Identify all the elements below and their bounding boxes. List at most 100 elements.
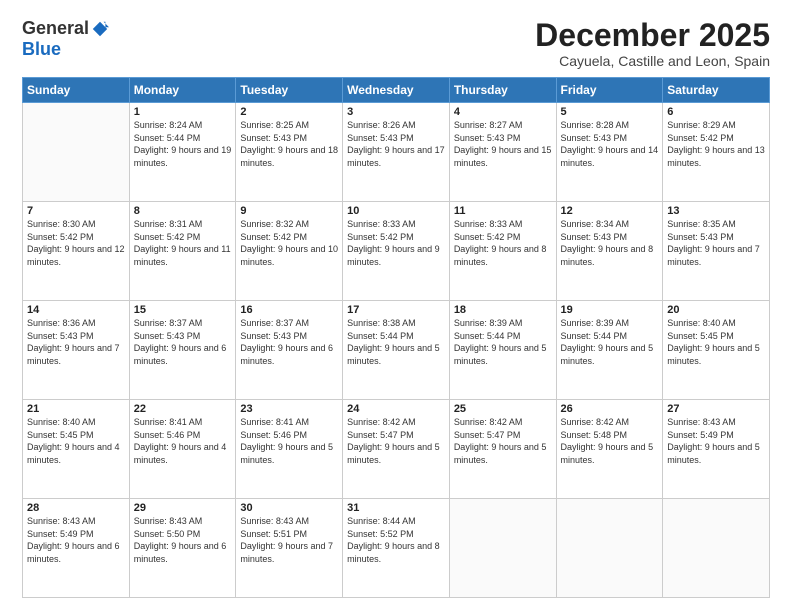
day-info: Sunrise: 8:27 AM Sunset: 5:43 PM Dayligh… xyxy=(454,119,552,169)
calendar-cell: 20Sunrise: 8:40 AM Sunset: 5:45 PM Dayli… xyxy=(663,301,770,400)
day-number: 30 xyxy=(240,502,338,514)
logo-general-text: General xyxy=(22,18,89,39)
day-info: Sunrise: 8:30 AM Sunset: 5:42 PM Dayligh… xyxy=(27,218,125,268)
day-info: Sunrise: 8:41 AM Sunset: 5:46 PM Dayligh… xyxy=(240,416,338,466)
calendar-cell: 21Sunrise: 8:40 AM Sunset: 5:45 PM Dayli… xyxy=(23,400,130,499)
calendar-cell xyxy=(556,499,663,598)
day-info: Sunrise: 8:29 AM Sunset: 5:42 PM Dayligh… xyxy=(667,119,765,169)
location: Cayuela, Castille and Leon, Spain xyxy=(535,53,770,69)
day-info: Sunrise: 8:40 AM Sunset: 5:45 PM Dayligh… xyxy=(667,317,765,367)
page: General Blue December 2025 Cayuela, Cast… xyxy=(0,0,792,612)
title-section: December 2025 Cayuela, Castille and Leon… xyxy=(535,18,770,69)
calendar-cell: 19Sunrise: 8:39 AM Sunset: 5:44 PM Dayli… xyxy=(556,301,663,400)
day-number: 27 xyxy=(667,403,765,415)
day-number: 28 xyxy=(27,502,125,514)
calendar-cell: 14Sunrise: 8:36 AM Sunset: 5:43 PM Dayli… xyxy=(23,301,130,400)
day-info: Sunrise: 8:33 AM Sunset: 5:42 PM Dayligh… xyxy=(347,218,445,268)
day-number: 11 xyxy=(454,205,552,217)
calendar-cell: 6Sunrise: 8:29 AM Sunset: 5:42 PM Daylig… xyxy=(663,103,770,202)
day-number: 1 xyxy=(134,106,232,118)
calendar-cell: 28Sunrise: 8:43 AM Sunset: 5:49 PM Dayli… xyxy=(23,499,130,598)
header-wednesday: Wednesday xyxy=(343,78,450,103)
calendar-cell: 22Sunrise: 8:41 AM Sunset: 5:46 PM Dayli… xyxy=(129,400,236,499)
calendar-cell xyxy=(663,499,770,598)
day-number: 12 xyxy=(561,205,659,217)
header-monday: Monday xyxy=(129,78,236,103)
day-number: 10 xyxy=(347,205,445,217)
calendar-week-row: 28Sunrise: 8:43 AM Sunset: 5:49 PM Dayli… xyxy=(23,499,770,598)
day-number: 17 xyxy=(347,304,445,316)
calendar-cell: 23Sunrise: 8:41 AM Sunset: 5:46 PM Dayli… xyxy=(236,400,343,499)
header: General Blue December 2025 Cayuela, Cast… xyxy=(22,18,770,69)
calendar-cell: 7Sunrise: 8:30 AM Sunset: 5:42 PM Daylig… xyxy=(23,202,130,301)
logo-icon xyxy=(91,20,109,38)
day-info: Sunrise: 8:42 AM Sunset: 5:47 PM Dayligh… xyxy=(454,416,552,466)
day-info: Sunrise: 8:33 AM Sunset: 5:42 PM Dayligh… xyxy=(454,218,552,268)
header-sunday: Sunday xyxy=(23,78,130,103)
day-info: Sunrise: 8:44 AM Sunset: 5:52 PM Dayligh… xyxy=(347,515,445,565)
day-number: 16 xyxy=(240,304,338,316)
day-info: Sunrise: 8:37 AM Sunset: 5:43 PM Dayligh… xyxy=(240,317,338,367)
header-friday: Friday xyxy=(556,78,663,103)
day-info: Sunrise: 8:28 AM Sunset: 5:43 PM Dayligh… xyxy=(561,119,659,169)
logo-blue-text: Blue xyxy=(22,39,61,60)
header-saturday: Saturday xyxy=(663,78,770,103)
day-number: 31 xyxy=(347,502,445,514)
day-info: Sunrise: 8:37 AM Sunset: 5:43 PM Dayligh… xyxy=(134,317,232,367)
day-info: Sunrise: 8:43 AM Sunset: 5:50 PM Dayligh… xyxy=(134,515,232,565)
calendar-cell: 18Sunrise: 8:39 AM Sunset: 5:44 PM Dayli… xyxy=(449,301,556,400)
day-info: Sunrise: 8:40 AM Sunset: 5:45 PM Dayligh… xyxy=(27,416,125,466)
calendar-cell: 31Sunrise: 8:44 AM Sunset: 5:52 PM Dayli… xyxy=(343,499,450,598)
calendar-week-row: 1Sunrise: 8:24 AM Sunset: 5:44 PM Daylig… xyxy=(23,103,770,202)
day-info: Sunrise: 8:31 AM Sunset: 5:42 PM Dayligh… xyxy=(134,218,232,268)
logo: General Blue xyxy=(22,18,109,60)
day-number: 20 xyxy=(667,304,765,316)
day-info: Sunrise: 8:39 AM Sunset: 5:44 PM Dayligh… xyxy=(454,317,552,367)
calendar-cell xyxy=(23,103,130,202)
day-number: 19 xyxy=(561,304,659,316)
day-number: 29 xyxy=(134,502,232,514)
month-title: December 2025 xyxy=(535,18,770,53)
calendar-cell: 3Sunrise: 8:26 AM Sunset: 5:43 PM Daylig… xyxy=(343,103,450,202)
day-number: 14 xyxy=(27,304,125,316)
day-number: 8 xyxy=(134,205,232,217)
calendar-cell: 24Sunrise: 8:42 AM Sunset: 5:47 PM Dayli… xyxy=(343,400,450,499)
calendar-cell: 12Sunrise: 8:34 AM Sunset: 5:43 PM Dayli… xyxy=(556,202,663,301)
day-info: Sunrise: 8:38 AM Sunset: 5:44 PM Dayligh… xyxy=(347,317,445,367)
calendar-cell: 11Sunrise: 8:33 AM Sunset: 5:42 PM Dayli… xyxy=(449,202,556,301)
day-number: 15 xyxy=(134,304,232,316)
day-number: 21 xyxy=(27,403,125,415)
day-info: Sunrise: 8:32 AM Sunset: 5:42 PM Dayligh… xyxy=(240,218,338,268)
calendar-cell: 17Sunrise: 8:38 AM Sunset: 5:44 PM Dayli… xyxy=(343,301,450,400)
calendar-cell: 15Sunrise: 8:37 AM Sunset: 5:43 PM Dayli… xyxy=(129,301,236,400)
calendar-cell: 1Sunrise: 8:24 AM Sunset: 5:44 PM Daylig… xyxy=(129,103,236,202)
day-number: 23 xyxy=(240,403,338,415)
day-number: 25 xyxy=(454,403,552,415)
calendar-cell: 16Sunrise: 8:37 AM Sunset: 5:43 PM Dayli… xyxy=(236,301,343,400)
day-number: 7 xyxy=(27,205,125,217)
day-info: Sunrise: 8:41 AM Sunset: 5:46 PM Dayligh… xyxy=(134,416,232,466)
calendar-cell: 2Sunrise: 8:25 AM Sunset: 5:43 PM Daylig… xyxy=(236,103,343,202)
calendar-cell: 27Sunrise: 8:43 AM Sunset: 5:49 PM Dayli… xyxy=(663,400,770,499)
day-info: Sunrise: 8:36 AM Sunset: 5:43 PM Dayligh… xyxy=(27,317,125,367)
day-info: Sunrise: 8:42 AM Sunset: 5:47 PM Dayligh… xyxy=(347,416,445,466)
calendar-cell: 8Sunrise: 8:31 AM Sunset: 5:42 PM Daylig… xyxy=(129,202,236,301)
calendar-cell: 9Sunrise: 8:32 AM Sunset: 5:42 PM Daylig… xyxy=(236,202,343,301)
calendar-cell: 25Sunrise: 8:42 AM Sunset: 5:47 PM Dayli… xyxy=(449,400,556,499)
day-info: Sunrise: 8:24 AM Sunset: 5:44 PM Dayligh… xyxy=(134,119,232,169)
day-number: 6 xyxy=(667,106,765,118)
day-number: 24 xyxy=(347,403,445,415)
weekday-header-row: Sunday Monday Tuesday Wednesday Thursday… xyxy=(23,78,770,103)
day-info: Sunrise: 8:43 AM Sunset: 5:51 PM Dayligh… xyxy=(240,515,338,565)
calendar-table: Sunday Monday Tuesday Wednesday Thursday… xyxy=(22,77,770,598)
calendar-cell: 26Sunrise: 8:42 AM Sunset: 5:48 PM Dayli… xyxy=(556,400,663,499)
day-info: Sunrise: 8:35 AM Sunset: 5:43 PM Dayligh… xyxy=(667,218,765,268)
day-info: Sunrise: 8:34 AM Sunset: 5:43 PM Dayligh… xyxy=(561,218,659,268)
day-info: Sunrise: 8:25 AM Sunset: 5:43 PM Dayligh… xyxy=(240,119,338,169)
day-number: 13 xyxy=(667,205,765,217)
calendar-cell: 5Sunrise: 8:28 AM Sunset: 5:43 PM Daylig… xyxy=(556,103,663,202)
day-number: 26 xyxy=(561,403,659,415)
day-info: Sunrise: 8:43 AM Sunset: 5:49 PM Dayligh… xyxy=(27,515,125,565)
day-number: 2 xyxy=(240,106,338,118)
calendar-cell xyxy=(449,499,556,598)
